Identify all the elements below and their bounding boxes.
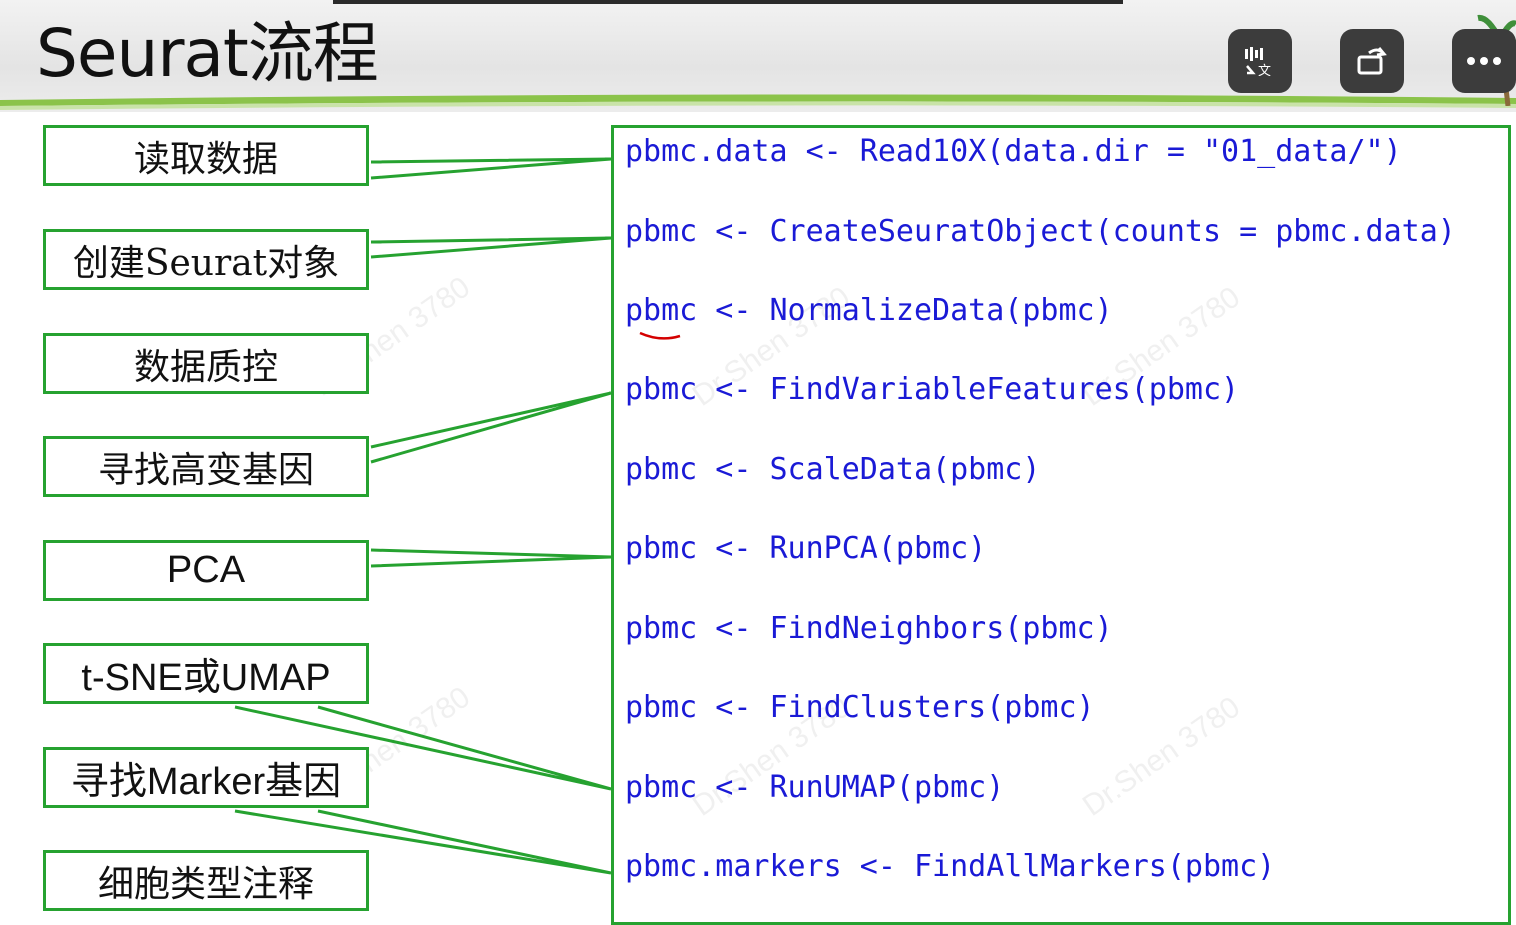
step-tsne-umap: t-SNE或UMAP: [43, 643, 369, 704]
code-line: pbmc <- ScaleData(pbmc): [625, 452, 1041, 487]
step-find-markers: 寻找Marker基因: [43, 747, 369, 808]
code-line: pbmc <- RunPCA(pbmc): [625, 531, 987, 566]
step-read-data: 读取数据: [43, 125, 369, 186]
code-line: pbmc <- RunUMAP(pbmc): [625, 770, 1005, 805]
step-pca: PCA: [43, 540, 369, 601]
code-line: pbmc <- FindClusters(pbmc): [625, 690, 1095, 725]
step-variable-genes: 寻找高变基因: [43, 436, 369, 497]
code-line: pbmc.markers <- FindAllMarkers(pbmc): [625, 849, 1276, 884]
code-line: pbmc <- CreateSeuratObject(counts = pbmc…: [625, 214, 1456, 249]
code-line: pbmc <- NormalizeData(pbmc): [625, 293, 1113, 328]
code-line: pbmc <- FindVariableFeatures(pbmc): [625, 372, 1240, 407]
step-quality-control: 数据质控: [43, 333, 369, 394]
code-line: pbmc.data <- Read10X(data.dir = "01_data…: [625, 134, 1402, 169]
code-line: pbmc <- FindNeighbors(pbmc): [625, 611, 1113, 646]
step-create-seurat-object: 创建Seurat对象: [43, 229, 369, 290]
